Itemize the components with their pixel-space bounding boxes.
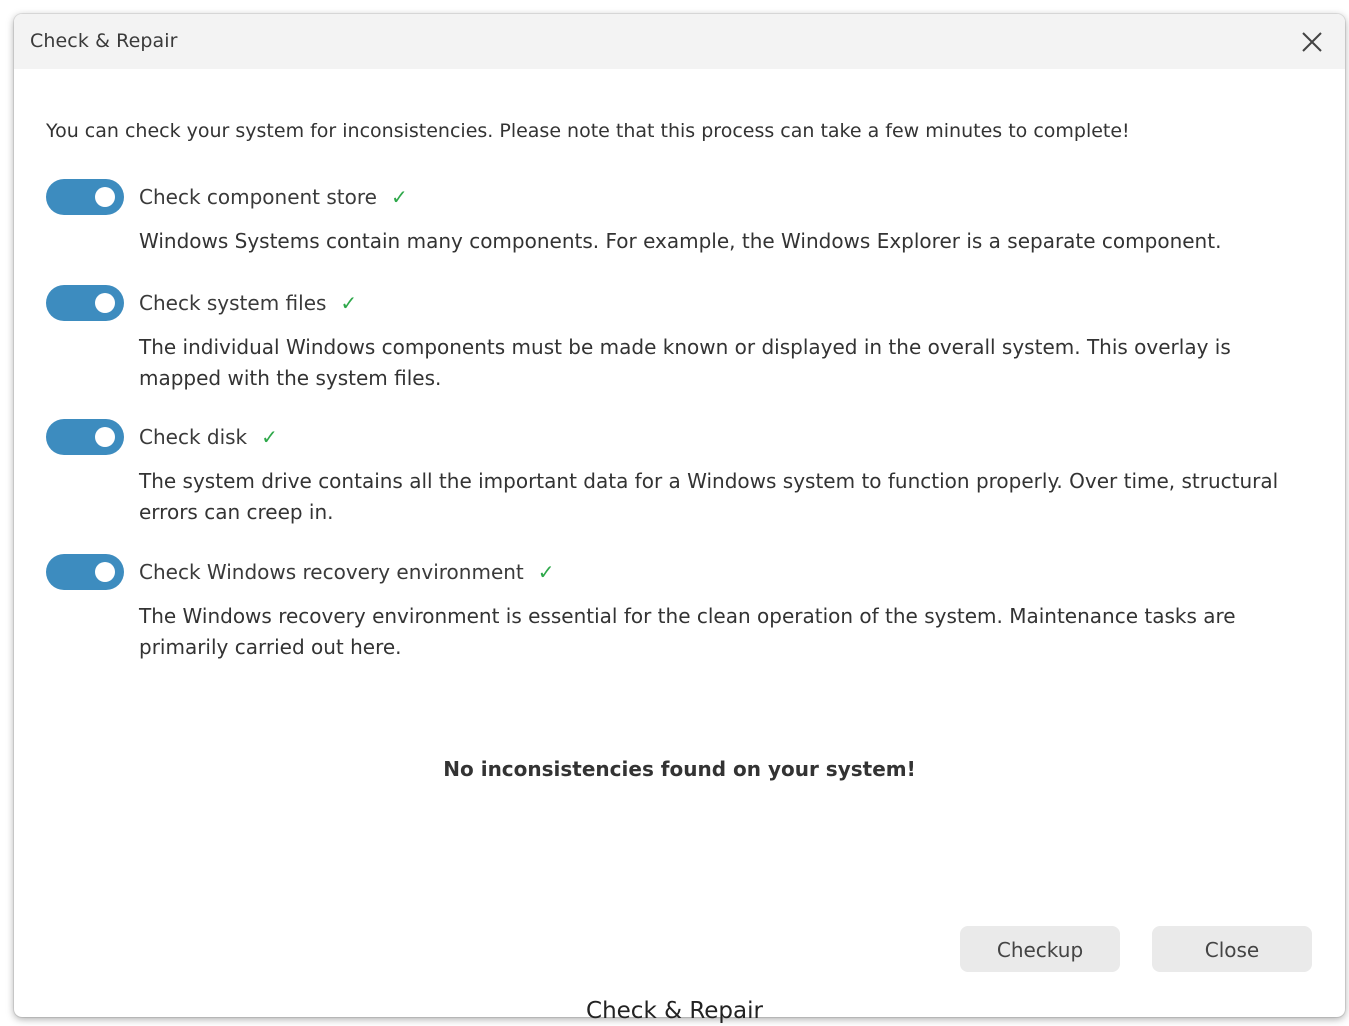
option-label-text: Check disk (139, 425, 248, 449)
toggle-knob (95, 427, 115, 447)
option-label: Check Windows recovery environment ✓ (139, 560, 555, 584)
toggle-check-disk[interactable] (46, 419, 124, 455)
checkmark-icon: ✓ (340, 291, 358, 315)
title-bar: Check & Repair (14, 14, 1345, 69)
checkup-button[interactable]: Checkup (960, 926, 1120, 972)
option-label: Check component store ✓ (139, 185, 408, 209)
checkmark-icon: ✓ (537, 560, 555, 584)
toggle-component-store[interactable] (46, 179, 124, 215)
option-label-text: Check component store (139, 185, 377, 209)
check-repair-dialog: Check & Repair You can check your system… (14, 14, 1345, 1017)
window-caption: Check & Repair (586, 998, 763, 1024)
option-description: Windows Systems contain many components.… (139, 229, 1222, 253)
toggle-knob (95, 562, 115, 582)
toggle-knob (95, 293, 115, 313)
option-label-text: Check system files (139, 291, 327, 315)
option-description: The system drive contains all the import… (139, 469, 1279, 524)
intro-text: You can check your system for inconsiste… (46, 120, 1130, 142)
option-description: The individual Windows components must b… (139, 335, 1231, 390)
checkmark-icon: ✓ (390, 185, 408, 209)
window-title: Check & Repair (30, 30, 178, 52)
option-label-text: Check Windows recovery environment (139, 560, 524, 584)
close-button[interactable]: Close (1152, 926, 1312, 972)
result-message: No inconsistencies found on your system! (443, 757, 916, 781)
option-label: Check disk ✓ (139, 425, 278, 449)
option-label: Check system files ✓ (139, 291, 357, 315)
close-icon[interactable] (1299, 29, 1325, 55)
toggle-system-files[interactable] (46, 285, 124, 321)
checkmark-icon: ✓ (261, 425, 278, 449)
toggle-knob (95, 187, 115, 207)
option-description: The Windows recovery environment is esse… (139, 604, 1236, 659)
toggle-recovery-environment[interactable] (46, 554, 124, 590)
